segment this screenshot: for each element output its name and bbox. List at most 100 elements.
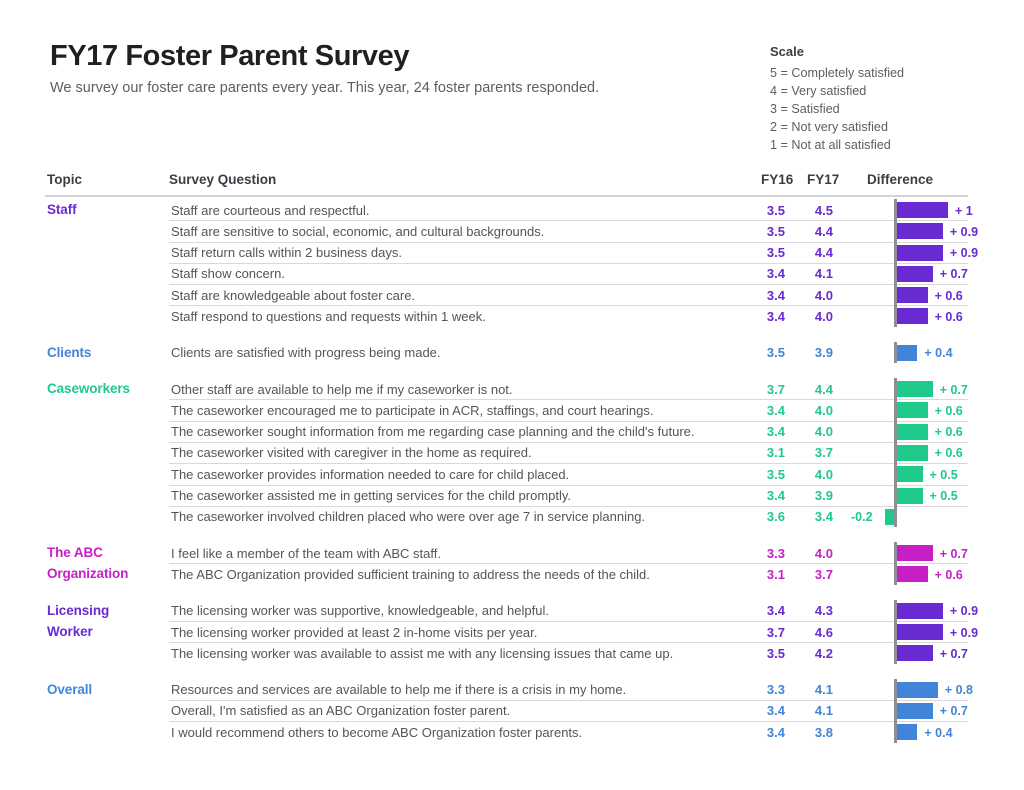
difference-label: + 0.6 [934, 567, 963, 582]
survey-question-text: Staff return calls within 2 business day… [171, 245, 402, 261]
topic-label: Overall [47, 681, 93, 697]
difference-label: + 0.6 [934, 288, 963, 303]
difference-bar [897, 287, 928, 304]
fy17-value: 3.4 [814, 509, 833, 525]
fy16-value: 3.4 [766, 308, 785, 324]
scale-legend-title: Scale [770, 44, 804, 59]
difference-label: -0.2 [851, 510, 873, 525]
fy17-value: 3.7 [814, 566, 833, 582]
fy17-value: 4.4 [814, 223, 833, 239]
survey-question-text: The caseworker sought information from m… [171, 424, 695, 440]
topic-label: The ABC [47, 545, 103, 561]
fy17-value: 4.3 [814, 603, 833, 619]
topic-label: Clients [47, 344, 92, 360]
fy16-value: 3.3 [766, 682, 785, 698]
difference-label: + 0.6 [934, 446, 963, 461]
difference-label: + 0.4 [924, 346, 953, 361]
difference-bar-cell: + 1 [843, 199, 973, 221]
fy16-value: 3.4 [766, 724, 785, 740]
page-title: FY17 Foster Parent Survey [50, 40, 410, 72]
difference-label: + 0.9 [949, 604, 979, 619]
difference-bar-cell: + 0.9 [843, 599, 978, 622]
table-row: Staff are knowledgeable about foster car… [45, 284, 970, 306]
difference-bar [897, 724, 918, 741]
difference-bar-cell: + 0.4 [843, 721, 968, 743]
fy17-value: 4.6 [814, 624, 833, 640]
fy17-value: 3.9 [814, 345, 833, 361]
survey-question-text: The licensing worker was available to as… [171, 645, 674, 661]
difference-bar [897, 402, 928, 419]
fy17-value: 3.7 [814, 445, 833, 461]
page-subtitle: We survey our foster care parents every … [50, 80, 600, 97]
difference-bar-cell: + 0.6 [843, 305, 968, 327]
table-header-row: Topic Survey Question FY16 FY17 Differen… [45, 172, 970, 197]
table-row: The ABC Organization provided sufficient… [45, 563, 970, 585]
survey-question-text: The caseworker visited with caregiver in… [171, 445, 532, 461]
column-header-fy16: FY16 [761, 172, 794, 187]
survey-question-text: Overall, I'm satisfied as an ABC Organiz… [171, 703, 511, 719]
survey-results-table: Topic Survey Question FY16 FY17 Differen… [45, 172, 978, 743]
difference-bar [897, 202, 948, 218]
column-header-question: Survey Question [169, 172, 277, 187]
difference-bar-cell: + 0.7 [843, 262, 968, 285]
difference-label: + 0.6 [934, 403, 963, 418]
difference-bar-cell: + 0.4 [843, 341, 968, 364]
fy16-value: 3.7 [766, 381, 785, 397]
difference-label: + 0.8 [944, 683, 973, 698]
fy16-value: 3.5 [766, 345, 785, 361]
difference-bar [897, 566, 928, 583]
scale-legend: Scale 5 = Completely satisfied 4 = Very s… [770, 44, 1000, 154]
table-row: Overall Resources and services are availa… [45, 678, 973, 700]
survey-question-text: Other staff are available to help me if … [171, 381, 513, 397]
difference-bar [897, 244, 943, 261]
fy17-value: 3.9 [814, 488, 833, 504]
table-row: Staff show concern. 3.4 4.1 + 0.7 [45, 262, 970, 285]
table-row: The caseworker provides information need… [45, 463, 970, 485]
column-header-topic: Topic [47, 172, 82, 187]
difference-bar-cell: + 0.7 [843, 542, 968, 564]
difference-bar-cell: + 0.6 [843, 420, 968, 442]
difference-label: + 0.6 [934, 425, 963, 440]
table-row: The caseworker visited with caregiver in… [45, 441, 970, 464]
table-row: The caseworker encouraged me to particip… [45, 399, 970, 421]
difference-bar [897, 645, 933, 662]
difference-bar [897, 444, 928, 461]
difference-bar-cell: + 0.6 [843, 441, 968, 464]
fy16-value: 3.4 [766, 287, 785, 303]
table-row: The licensing worker was available to as… [45, 642, 970, 664]
scale-legend-items: 5 = Completely satisfied 4 = Very satisfi… [770, 64, 1000, 154]
difference-bar-cell: -0.2 [843, 505, 968, 528]
table-row: Caseworkers Other staff are available to … [45, 378, 970, 400]
difference-bar-cell: + 0.5 [843, 463, 968, 485]
table-row: The caseworker assisted me in getting se… [45, 484, 970, 506]
survey-question-text: The caseworker encouraged me to particip… [171, 402, 654, 418]
difference-label: + 0.7 [939, 704, 968, 719]
difference-bar [897, 344, 918, 361]
fy17-value: 4.1 [814, 703, 833, 719]
topic-section: Staff Staff are courteous and respectful.… [45, 199, 978, 327]
fy16-value: 3.4 [766, 488, 785, 504]
fy16-value: 3.5 [766, 202, 785, 218]
fy16-value: 3.4 [766, 424, 785, 440]
topic-section: Licensing Worker The licensing worker was … [45, 599, 978, 664]
table-row: The caseworker involved children placed … [45, 505, 970, 528]
difference-bar [897, 265, 933, 282]
fy16-value: 3.6 [766, 509, 785, 525]
column-header-difference: Difference [867, 172, 934, 187]
scale-legend-item: 1 = Not at all satisfied [770, 138, 891, 152]
survey-report-page: FY17 Foster Parent Survey We survey our … [0, 0, 1024, 790]
difference-label: + 0.9 [949, 224, 979, 239]
fy17-value: 4.0 [814, 308, 833, 324]
difference-bar [897, 223, 943, 240]
table-row: The licensing worker provided at least 2… [45, 621, 978, 643]
table-row: Staff return calls within 2 business day… [45, 241, 978, 263]
difference-bar [897, 545, 933, 562]
difference-label: + 0.5 [929, 467, 958, 482]
difference-bar [885, 508, 894, 525]
fy17-value: 3.8 [814, 724, 833, 740]
difference-bar-cell: + 0.9 [843, 241, 978, 263]
topic-section: Caseworkers Other staff are available to … [45, 378, 970, 528]
difference-bar-cell: + 0.9 [843, 621, 978, 643]
survey-question-text: I feel like a member of the team with AB… [171, 545, 441, 561]
difference-bar [897, 466, 923, 483]
